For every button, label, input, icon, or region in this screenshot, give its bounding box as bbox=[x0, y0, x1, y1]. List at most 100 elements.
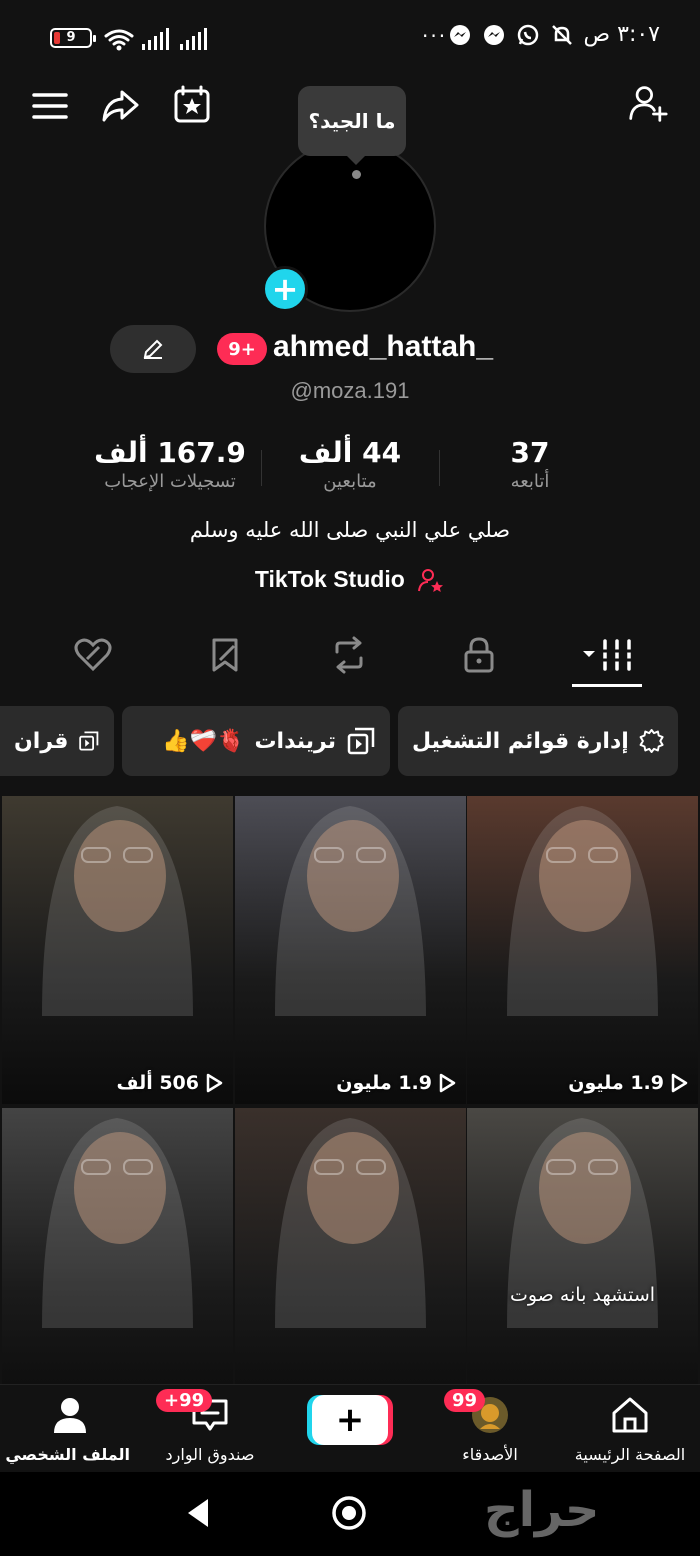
bottom-nav: الصفحة الرئيسية الأصدقاء 99 + صندوق الوا… bbox=[0, 1384, 700, 1472]
video-thumbnail[interactable]: استشهد بانه صوت bbox=[467, 1108, 698, 1384]
thumbnail-image bbox=[467, 796, 698, 1104]
system-nav-bar: حراج bbox=[0, 1472, 700, 1556]
calendar-star-icon[interactable] bbox=[172, 84, 212, 124]
stat-following-value: 37 bbox=[510, 436, 550, 469]
messenger-icon bbox=[483, 24, 504, 45]
tiktok-studio-link[interactable]: TikTok Studio bbox=[0, 566, 700, 594]
thumbnail-image bbox=[235, 1108, 466, 1384]
chip-playlist-quran-label: قران bbox=[14, 728, 69, 754]
home-icon bbox=[612, 1397, 648, 1433]
profile-icon bbox=[54, 1398, 86, 1433]
status-right: ٣:٠٧ ص bbox=[448, 22, 660, 47]
stat-likes[interactable]: 167.9 ألف تسجيلات الإعجاب bbox=[80, 436, 260, 492]
chip-playlist-trends[interactable]: تريندات 🫀❤️‍🩹👍 bbox=[122, 706, 390, 776]
chip-manage-playlists[interactable]: إدارة قوائم التشغيل bbox=[398, 706, 678, 776]
bookmark-hidden-icon bbox=[212, 638, 238, 672]
video-thumbnail[interactable] bbox=[2, 1108, 233, 1384]
stat-likes-label: تسجيلات الإعجاب bbox=[104, 471, 236, 492]
tab-reposts[interactable] bbox=[324, 630, 374, 680]
thumbnail-image bbox=[2, 796, 233, 1104]
heart-hidden-icon bbox=[74, 638, 112, 672]
back-icon[interactable] bbox=[184, 1496, 212, 1530]
lock-icon bbox=[464, 637, 494, 673]
divider bbox=[439, 450, 440, 486]
stat-followers-label: متابعين bbox=[323, 471, 377, 492]
video-thumbnail[interactable]: 506 ألف bbox=[2, 796, 233, 1104]
chip-emoji: 🫀❤️‍🩹👍 bbox=[162, 728, 245, 754]
create-button[interactable]: + bbox=[312, 1395, 388, 1445]
nav-friends[interactable]: الأصدقاء 99 bbox=[440, 1389, 540, 1464]
nav-inbox-label: صندوق الوارد bbox=[165, 1445, 255, 1464]
tooltip-dot bbox=[352, 170, 361, 179]
menu-icon[interactable] bbox=[30, 86, 70, 126]
view-count-label: 506 ألف bbox=[116, 1072, 199, 1094]
stat-likes-value: 167.9 ألف bbox=[94, 436, 246, 469]
tab-favorites[interactable] bbox=[200, 630, 250, 680]
notification-badge[interactable]: 9+ bbox=[217, 333, 267, 365]
share-icon[interactable] bbox=[100, 86, 140, 126]
home-circle-icon[interactable] bbox=[330, 1494, 368, 1532]
tab-liked-hidden[interactable] bbox=[68, 630, 118, 680]
repost-icon bbox=[335, 636, 363, 674]
nav-home[interactable]: الصفحة الرئيسية bbox=[570, 1395, 690, 1464]
whatsapp-icon bbox=[517, 24, 538, 45]
nav-inbox[interactable]: صندوق الوارد 99+ bbox=[156, 1389, 260, 1464]
playlist-icon bbox=[79, 731, 99, 751]
play-icon bbox=[206, 1073, 223, 1093]
divider bbox=[261, 450, 262, 486]
messenger-icon bbox=[449, 24, 470, 45]
nav-profile[interactable]: الملف الشخصي bbox=[5, 1395, 130, 1464]
pencil-icon bbox=[143, 339, 163, 359]
clock: ٣:٠٧ ص bbox=[583, 22, 660, 47]
watermark-logo: حراج bbox=[484, 1482, 600, 1538]
nav-home-label: الصفحة الرئيسية bbox=[574, 1445, 686, 1464]
tab-private[interactable] bbox=[454, 630, 504, 680]
mute-bell-icon bbox=[551, 24, 572, 45]
nav-profile-label: الملف الشخصي bbox=[5, 1445, 130, 1464]
profile-tabs bbox=[0, 624, 700, 688]
profile-username: ahmed_hattah_ bbox=[273, 330, 494, 363]
battery-level: 9 bbox=[66, 30, 76, 45]
signal-icons bbox=[104, 28, 207, 51]
add-friend-icon[interactable] bbox=[628, 84, 668, 124]
status-tooltip[interactable]: ما الجيد؟ bbox=[298, 86, 406, 165]
add-story-button[interactable]: + bbox=[262, 266, 308, 312]
tab-videos[interactable] bbox=[572, 630, 642, 680]
view-count-label: 1.9 مليون bbox=[336, 1072, 432, 1094]
view-count: 1.9 مليون bbox=[568, 1072, 688, 1094]
chip-playlist-quran[interactable]: قران bbox=[0, 706, 114, 776]
video-thumbnail[interactable]: 1.9 مليون bbox=[467, 796, 698, 1104]
profile-handle: @moza.191 bbox=[290, 378, 410, 403]
chip-playlist-trends-label: تريندات bbox=[254, 728, 336, 754]
friends-badge: 99 bbox=[444, 1389, 486, 1412]
battery-icon: 9 bbox=[50, 28, 96, 48]
play-icon bbox=[671, 1073, 688, 1093]
video-grid-icon bbox=[583, 639, 633, 671]
thumbnail-image bbox=[467, 1108, 698, 1384]
creator-star-icon bbox=[418, 568, 444, 592]
stat-followers[interactable]: 44 ألف متابعين bbox=[290, 436, 410, 492]
status-bar: 9 ··· ٣:٠٧ ص bbox=[0, 0, 700, 78]
gear-icon bbox=[639, 728, 664, 754]
chip-manage-playlists-label: إدارة قوائم التشغيل bbox=[412, 728, 629, 754]
view-count: 1.9 مليون bbox=[336, 1072, 456, 1094]
tiktok-studio-label: TikTok Studio bbox=[254, 566, 405, 592]
video-caption: استشهد بانه صوت bbox=[509, 1284, 656, 1306]
active-tab-indicator bbox=[572, 684, 642, 687]
video-thumbnail[interactable]: 1.9 مليون bbox=[235, 796, 466, 1104]
play-icon bbox=[439, 1073, 456, 1093]
profile-bio: صلي علي النبي صلى الله عليه وسلم bbox=[189, 518, 511, 542]
view-count: 506 ألف bbox=[116, 1072, 223, 1094]
view-count-label: 1.9 مليون bbox=[568, 1072, 664, 1094]
edit-profile-button[interactable] bbox=[110, 325, 196, 373]
thumbnail-image bbox=[235, 796, 466, 1104]
thumbnail-image bbox=[2, 1108, 233, 1384]
video-thumbnail[interactable] bbox=[235, 1108, 466, 1384]
stat-followers-value: 44 ألف bbox=[298, 436, 402, 469]
more-notifications-icon: ··· bbox=[422, 24, 448, 48]
stat-following[interactable]: 37 أتابعه bbox=[480, 436, 580, 492]
stat-following-label: أتابعه bbox=[510, 471, 550, 492]
playlist-icon bbox=[347, 727, 375, 755]
inbox-badge: 99+ bbox=[156, 1389, 213, 1412]
nav-friends-label: الأصدقاء bbox=[462, 1445, 518, 1464]
